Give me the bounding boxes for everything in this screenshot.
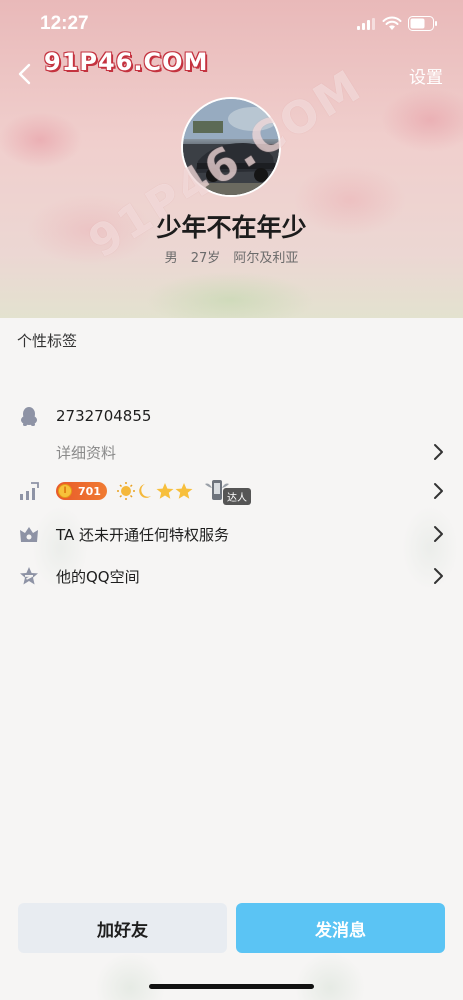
add-friend-button[interactable]: 加好友 (18, 903, 227, 953)
qzone-row[interactable]: 他的QQ空间 (0, 558, 463, 594)
back-arrow-icon[interactable] (14, 62, 38, 86)
profile-sub-info: 男 27岁 阿尔及利亚 (0, 247, 463, 266)
level-medals (116, 481, 193, 501)
status-bar: 12:27 (0, 0, 463, 48)
profile-gender: 男 (164, 251, 178, 266)
daren-badge: 达人 (203, 478, 251, 505)
chevron-right-icon (434, 526, 443, 542)
crown-shield-icon (18, 523, 40, 545)
level-pill: Ⅰ 701 (56, 482, 107, 500)
coin-icon: Ⅰ (58, 484, 72, 498)
profile-location: 阿尔及利亚 (233, 251, 299, 266)
sun-moon-stars-icon (116, 482, 193, 500)
level-value: 701 (78, 484, 101, 498)
send-message-button[interactable]: 发消息 (236, 903, 445, 953)
battery-icon (408, 16, 437, 31)
status-time: 12:27 (40, 13, 89, 34)
cellular-signal-icon (357, 18, 375, 30)
qzone-star-icon (18, 565, 40, 587)
chevron-right-icon (434, 568, 443, 584)
profile-age: 27岁 (190, 251, 221, 266)
qq-number: 2732704855 (56, 407, 152, 425)
profile-nickname: 少年不在年少 (156, 213, 307, 242)
details-row[interactable]: 详细资料 (0, 434, 463, 470)
qq-number-row[interactable]: 2732704855 (0, 398, 463, 434)
bottom-action-bar: 加好友 发消息 (0, 903, 463, 955)
profile-content: 个性标签 2732704855 详细资料 Ⅰ 701 达人 TA 还未开通任何特… (0, 318, 463, 1000)
chevron-right-icon (434, 444, 443, 460)
profile-header-background: 12:27 91P46.COM 设置 91P46.COM 少年不在年少 男 27… (0, 0, 463, 318)
site-watermark: 91P46.COM (44, 48, 209, 76)
details-label: 详细资料 (56, 443, 117, 462)
chevron-right-icon (434, 483, 443, 499)
level-row[interactable]: Ⅰ 701 达人 (0, 473, 463, 509)
level-chart-icon (18, 480, 40, 502)
home-indicator[interactable] (149, 984, 314, 989)
qzone-text: 他的QQ空间 (56, 567, 140, 586)
signature-section-title: 个性标签 (17, 332, 78, 350)
settings-button[interactable]: 设置 (409, 63, 443, 88)
privilege-row[interactable]: TA 还未开通任何特权服务 (0, 516, 463, 552)
daren-label: 达人 (222, 487, 251, 505)
penguin-icon (18, 405, 40, 427)
privilege-text: TA 还未开通任何特权服务 (56, 525, 230, 544)
wifi-icon (382, 16, 402, 30)
level-badges: Ⅰ 701 达人 (56, 478, 251, 505)
